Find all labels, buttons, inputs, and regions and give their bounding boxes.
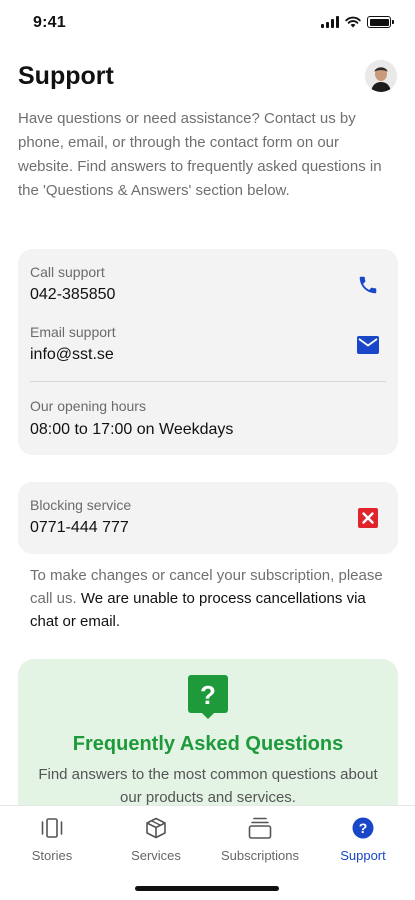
status-icons	[321, 16, 394, 28]
call-support-label: Call support	[30, 264, 105, 280]
stories-icon	[2, 816, 102, 840]
tab-label-services: Services	[131, 848, 181, 863]
blocking-service-card: Blocking service 0771-444 777	[18, 482, 398, 554]
opening-hours-label: Our opening hours	[30, 398, 146, 414]
tab-support[interactable]: ? Support	[313, 816, 413, 863]
faq-title: Frequently Asked Questions	[72, 733, 344, 755]
cellular-signal-icon	[321, 16, 339, 28]
wifi-icon	[345, 16, 361, 28]
tab-label-subscriptions: Subscriptions	[220, 848, 300, 863]
svg-text:?: ?	[200, 680, 216, 710]
blocking-service-number[interactable]: 0771-444 777	[30, 519, 129, 537]
subscriptions-icon	[210, 816, 310, 840]
cancellation-note-emphasis: We are unable to process cancellations v…	[30, 590, 366, 630]
question-bubble-icon: ?	[188, 675, 228, 719]
block-x-icon[interactable]	[356, 506, 380, 530]
email-support-label: Email support	[30, 324, 116, 340]
box-icon	[106, 816, 206, 840]
home-indicator[interactable]	[135, 886, 279, 891]
page-title: Support	[18, 62, 114, 90]
intro-text: Have questions or need assistance? Conta…	[18, 110, 382, 199]
contact-card: Call support 042-385850 Email support in…	[18, 249, 398, 455]
status-bar: 9:41	[0, 0, 415, 48]
email-support-address[interactable]: info@sst.se	[30, 346, 114, 364]
faq-banner[interactable]: ? Frequently Asked Questions Find answer…	[18, 659, 398, 829]
blocking-service-label: Blocking service	[30, 497, 132, 513]
user-avatar-icon	[365, 60, 397, 92]
svg-text:?: ?	[359, 820, 368, 836]
cancellation-note: To make changes or cancel your subscript…	[30, 564, 390, 633]
header: Support	[18, 58, 397, 94]
avatar[interactable]	[365, 60, 397, 92]
tab-subscriptions[interactable]: Subscriptions	[210, 816, 310, 863]
question-circle-icon: ?	[313, 816, 413, 840]
phone-icon[interactable]	[356, 273, 380, 297]
mail-icon[interactable]	[356, 333, 380, 357]
tab-stories[interactable]: Stories	[2, 816, 102, 863]
opening-hours-value: 08:00 to 17:00 on Weekdays	[30, 421, 234, 438]
contact-divider	[30, 381, 386, 382]
tab-label-stories: Stories	[31, 848, 73, 863]
faq-description: Find answers to the most common question…	[38, 766, 378, 806]
battery-icon	[367, 16, 394, 28]
tab-services[interactable]: Services	[106, 816, 206, 863]
call-support-number[interactable]: 042-385850	[30, 286, 115, 304]
tab-label-support: Support	[340, 848, 386, 863]
status-time: 9:41	[33, 14, 66, 31]
